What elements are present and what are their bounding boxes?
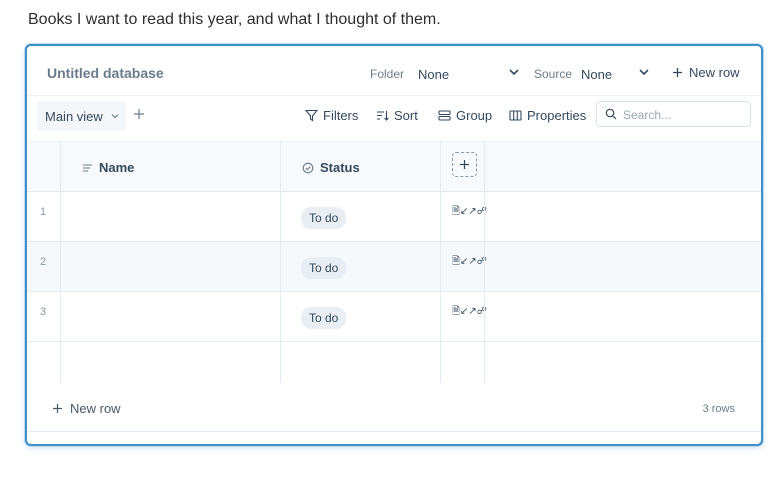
row-number: 2 [40, 256, 47, 268]
database-header: Untitled database Folder None Source Non… [27, 46, 761, 96]
plus-icon [53, 404, 62, 413]
column-name-label: Name [99, 160, 135, 175]
add-row-button[interactable]: New row [52, 401, 121, 416]
new-row-button[interactable]: New row [672, 65, 740, 80]
properties-button[interactable]: Properties [509, 108, 586, 123]
toolbar: Main view Filters Sort Group Properties … [27, 96, 761, 142]
status-badge[interactable]: To do [301, 307, 347, 329]
table-footer: New row 3 rows [27, 384, 761, 432]
table-row[interactable]: 2 To do 🗎↙↗☍ [27, 242, 761, 292]
source-select[interactable]: None [574, 60, 656, 86]
row-actions-icon[interactable]: 🗎↙↗☍ [452, 254, 487, 271]
column-status-label: Status [320, 160, 360, 175]
columns-icon [509, 110, 522, 121]
column-divider [280, 142, 281, 383]
column-divider [440, 142, 441, 383]
group-button[interactable]: Group [438, 108, 492, 123]
column-header-name[interactable]: Name [82, 160, 134, 175]
row-actions-icon[interactable]: 🗎↙↗☍ [452, 304, 487, 321]
sort-icon [377, 111, 389, 121]
add-view-icon[interactable] [133, 108, 145, 120]
row-number: 1 [40, 206, 47, 218]
view-label: Main view [45, 109, 103, 124]
add-row-label: New row [70, 401, 121, 416]
source-label: Source [534, 67, 573, 81]
folder-label: Folder [370, 67, 405, 81]
search-input[interactable]: Search... [596, 101, 751, 127]
database-panel: Untitled database Folder None Source Non… [25, 44, 763, 446]
database-title[interactable]: Untitled database [47, 65, 164, 81]
filter-icon [305, 109, 318, 122]
group-label: Group [456, 108, 493, 123]
row-count: 3 rows [702, 403, 735, 415]
folder-value: None [418, 67, 450, 82]
column-header-status[interactable]: Status [302, 160, 360, 175]
filters-label: Filters [323, 108, 359, 123]
plus-icon [460, 160, 469, 169]
new-row-label: New row [689, 65, 740, 80]
view-selector[interactable]: Main view [37, 101, 126, 131]
sort-button[interactable]: Sort [376, 108, 418, 123]
status-badge[interactable]: To do [301, 207, 347, 229]
table-row[interactable]: 3 To do 🗎↙↗☍ [27, 292, 761, 342]
folder-select[interactable]: None [411, 60, 526, 86]
text-lines-icon [83, 163, 92, 172]
status-circle-icon [302, 162, 314, 173]
sort-label: Sort [394, 108, 418, 123]
chevron-down-icon [111, 114, 119, 119]
chevron-down-icon [509, 69, 519, 76]
filters-button[interactable]: Filters [305, 108, 358, 123]
empty-row [27, 342, 761, 383]
chevron-down-icon [639, 69, 649, 76]
column-divider [60, 142, 61, 383]
intro-text: Books I want to read this year, and what… [28, 11, 441, 28]
data-table: Name Status 1 To do 🗎↙↗☍ 2 To do 🗎↙↗☍ 3 … [27, 142, 761, 383]
source-value: None [581, 67, 613, 82]
search-placeholder: Search... [623, 108, 672, 122]
table-header-row: Name Status [27, 142, 761, 192]
column-divider [484, 142, 485, 383]
table-row[interactable]: 1 To do 🗎↙↗☍ [27, 192, 761, 242]
row-actions-icon[interactable]: 🗎↙↗☍ [452, 204, 487, 221]
search-icon [605, 108, 617, 120]
properties-label: Properties [527, 108, 587, 123]
add-column-button[interactable] [452, 152, 477, 177]
row-number: 3 [40, 306, 47, 318]
group-icon [438, 110, 451, 121]
status-badge[interactable]: To do [301, 257, 347, 279]
plus-icon [673, 68, 682, 77]
